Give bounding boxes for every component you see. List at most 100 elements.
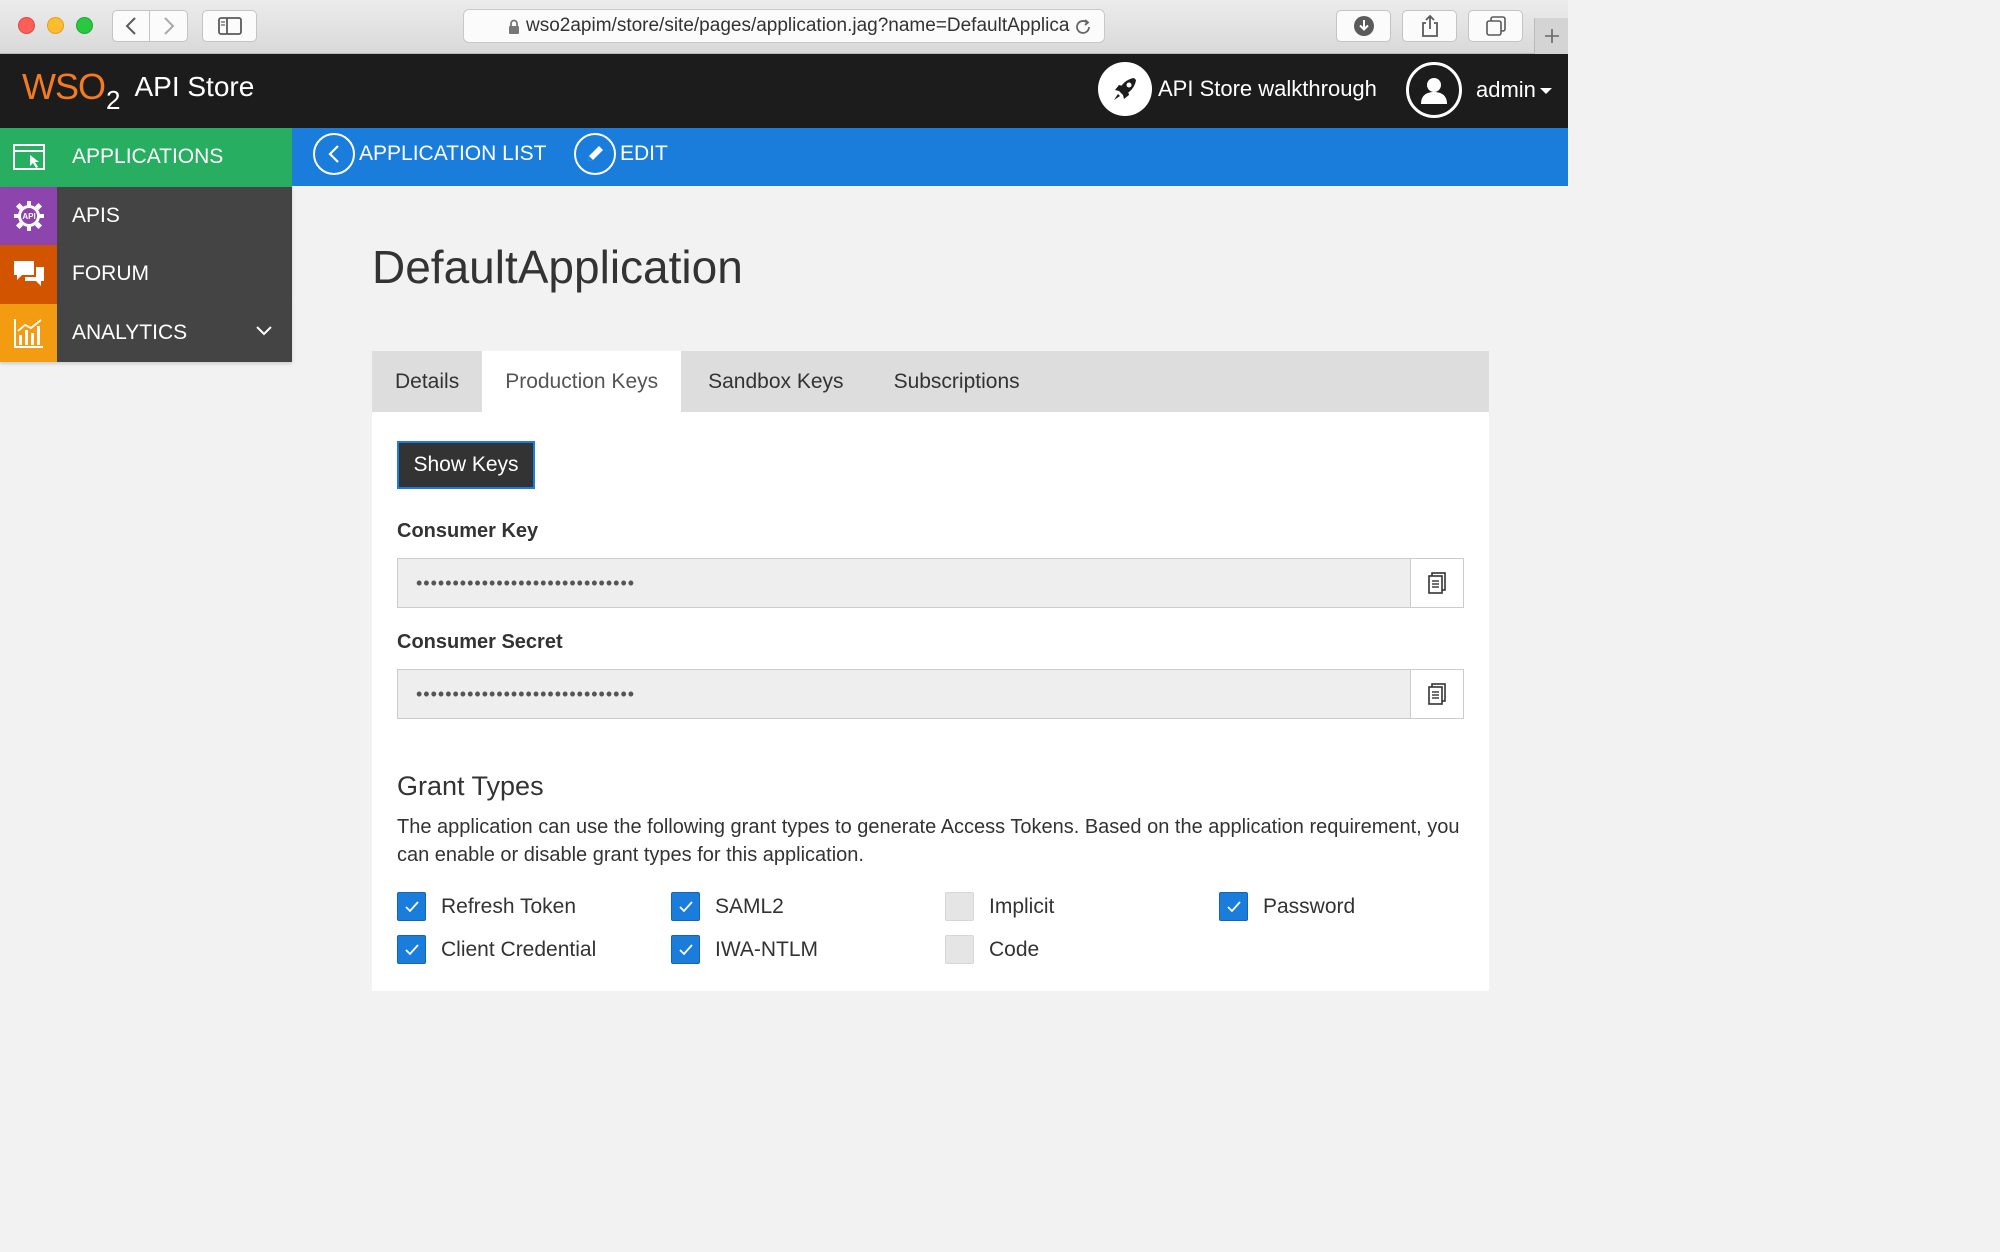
tab-subscriptions[interactable]: Subscriptions — [869, 351, 1043, 412]
grant-client-credential[interactable]: Client Credential — [397, 935, 596, 964]
application-list-label: APPLICATION LIST — [359, 142, 547, 165]
grant-saml2[interactable]: SAML2 — [671, 892, 784, 921]
grant-label: IWA-NTLM — [715, 937, 819, 961]
page-title: DefaultApplication — [372, 241, 743, 293]
pencil-icon — [574, 133, 616, 175]
application-card: Details Production Keys Sandbox Keys Sub… — [372, 351, 1489, 991]
clipboard-icon — [1428, 572, 1446, 594]
checkmark-icon — [1226, 900, 1241, 912]
svg-text:API: API — [22, 212, 35, 221]
sidebar-icon — [217, 17, 242, 35]
consumer-key-label: Consumer Key — [397, 520, 539, 542]
download-icon — [1353, 16, 1374, 36]
url-text: wso2apim/store/site/pages/application.ja… — [526, 15, 1070, 36]
user-menu[interactable]: admin — [1406, 62, 1552, 118]
sidebar-item-label: ANALYTICS — [72, 320, 188, 344]
sidebar-item-apis[interactable]: API APIS — [0, 186, 292, 245]
grant-checkbox[interactable] — [397, 892, 426, 921]
consumer-secret-label: Consumer Secret — [397, 631, 563, 653]
sidebar-item-analytics[interactable]: ANALYTICS — [0, 303, 292, 362]
app-header: WSO 2 API Store API Store walkthrough ad… — [0, 54, 1568, 128]
grant-label: Password — [1263, 894, 1356, 918]
user-avatar-icon — [1406, 62, 1462, 118]
app-title: API Store — [134, 71, 255, 102]
grant-checkbox[interactable] — [945, 892, 974, 921]
consumer-key-field[interactable]: •••••••••••••••••••••••••••••• — [397, 558, 1411, 608]
wso2-logo[interactable]: WSO 2 API Store — [22, 66, 255, 114]
walkthrough-label: API Store walkthrough — [1158, 76, 1377, 101]
grant-checkbox[interactable] — [671, 892, 700, 921]
downloads-button[interactable] — [1336, 10, 1391, 42]
logo-subscript: 2 — [106, 85, 121, 115]
grant-refresh-token[interactable]: Refresh Token — [397, 892, 576, 921]
sidebar: APPLICATIONS API APIS FORUM ANALYTICS — [0, 128, 292, 362]
sidebar-item-label: APPLICATIONS — [72, 145, 224, 169]
sub-nav-bar: APPLICATION LIST EDIT — [292, 128, 1568, 186]
sidebar-item-forum[interactable]: FORUM — [0, 245, 292, 304]
grant-label: SAML2 — [715, 894, 784, 918]
grant-label: Refresh Token — [441, 894, 577, 918]
back-button[interactable] — [112, 10, 150, 42]
grant-label: Code — [989, 937, 1040, 961]
grant-implicit[interactable]: Implicit — [945, 892, 1054, 921]
copy-consumer-secret-button[interactable] — [1410, 669, 1464, 719]
browser-toolbar: wso2apim/store/site/pages/application.ja… — [0, 0, 1568, 54]
chat-bubbles-icon — [0, 245, 57, 304]
tab-production-keys[interactable]: Production Keys — [482, 351, 682, 412]
edit-link[interactable]: EDIT — [574, 133, 668, 175]
sidebar-item-applications[interactable]: APPLICATIONS — [0, 128, 292, 187]
tab-sandbox-keys[interactable]: Sandbox Keys — [681, 351, 868, 412]
checkmark-icon — [404, 900, 419, 912]
checkmark-icon — [678, 943, 693, 955]
copy-consumer-key-button[interactable] — [1410, 558, 1464, 608]
sidebar-item-label: FORUM — [72, 262, 149, 286]
share-icon — [1421, 14, 1438, 37]
tabs-icon — [1485, 16, 1506, 36]
consumer-secret-field[interactable]: •••••••••••••••••••••••••••••• — [397, 669, 1411, 719]
grant-label: Implicit — [989, 894, 1055, 918]
grant-iwa-ntlm[interactable]: IWA-NTLM — [671, 935, 818, 964]
forward-button[interactable] — [150, 10, 188, 42]
grant-label: Client Credential — [441, 937, 597, 961]
walkthrough-link[interactable]: API Store walkthrough — [1098, 62, 1377, 116]
grant-checkbox[interactable] — [397, 935, 426, 964]
rocket-icon — [1098, 62, 1152, 116]
logo-text: WSO — [22, 66, 106, 107]
show-keys-button[interactable]: Show Keys — [397, 441, 535, 489]
application-list-link[interactable]: APPLICATION LIST — [313, 133, 547, 175]
plus-icon — [1544, 29, 1559, 43]
minimize-window-button[interactable] — [47, 17, 64, 34]
edit-label: EDIT — [620, 142, 668, 165]
chevron-down-icon[interactable] — [256, 325, 272, 336]
sidebar-toggle-button[interactable] — [202, 10, 257, 42]
close-window-button[interactable] — [18, 17, 35, 34]
new-tab-button[interactable] — [1534, 18, 1568, 54]
api-gear-icon: API — [0, 186, 57, 245]
tab-details[interactable]: Details — [372, 351, 482, 412]
bar-chart-icon — [0, 303, 57, 362]
tabs-overview-button[interactable] — [1468, 10, 1523, 42]
grant-types-title: Grant Types — [397, 771, 544, 801]
share-button[interactable] — [1402, 10, 1457, 42]
sidebar-item-label: APIS — [72, 203, 120, 227]
tab-bar: Details Production Keys Sandbox Keys Sub… — [372, 351, 1489, 412]
chevron-left-circle-icon — [313, 133, 355, 175]
address-bar[interactable]: wso2apim/store/site/pages/application.ja… — [463, 9, 1105, 43]
grant-checkbox[interactable] — [1219, 892, 1248, 921]
checkmark-icon — [678, 900, 693, 912]
chevron-right-icon — [163, 17, 174, 35]
user-name: admin — [1476, 77, 1536, 102]
caret-down-icon — [1539, 88, 1552, 94]
checkmark-icon — [404, 943, 419, 955]
reload-icon[interactable] — [1072, 16, 1094, 38]
lock-icon — [509, 19, 519, 34]
window-cursor-icon — [0, 128, 57, 187]
grant-checkbox[interactable] — [945, 935, 974, 964]
clipboard-icon — [1428, 683, 1446, 705]
zoom-window-button[interactable] — [76, 17, 93, 34]
chevron-left-icon — [125, 17, 136, 35]
grant-password[interactable]: Password — [1219, 892, 1355, 921]
grant-checkbox[interactable] — [671, 935, 700, 964]
grant-types-description: The application can use the following gr… — [397, 816, 1460, 866]
grant-code[interactable]: Code — [945, 935, 1039, 964]
